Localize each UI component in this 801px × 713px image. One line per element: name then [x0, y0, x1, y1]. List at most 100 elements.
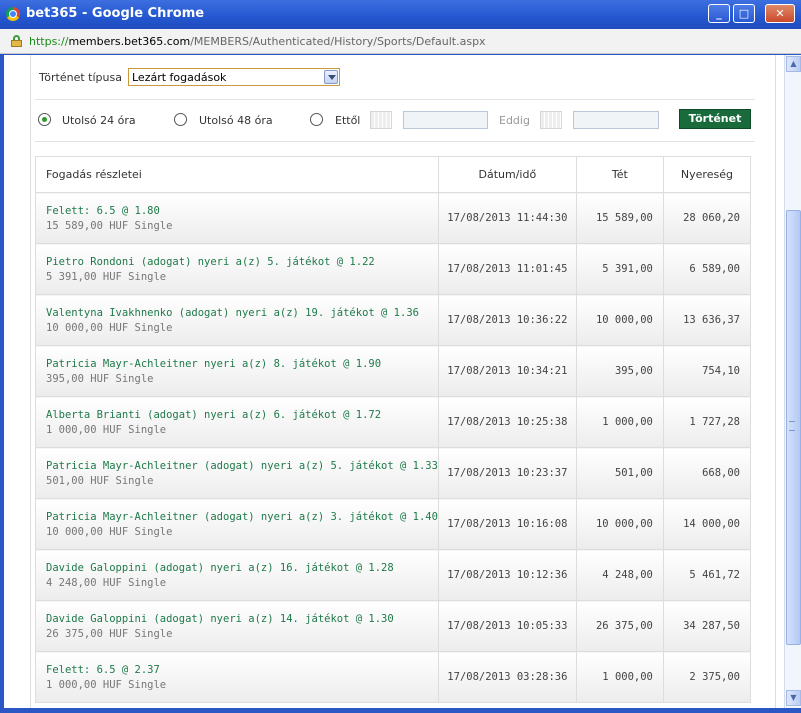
- bet-winnings: 5 461,72: [662, 549, 752, 601]
- header-details: Fogadás részletei: [35, 156, 439, 193]
- bet-stake-type: 26 375,00 HUF Single: [46, 627, 173, 640]
- bet-winnings: 754,10: [662, 345, 752, 397]
- table-row: Patricia Mayr-Achleitner (adogat) nyeri …: [35, 447, 752, 499]
- table-row: Pietro Rondoni (adogat) nyeri a(z) 5. já…: [35, 243, 752, 295]
- table-header-row: Fogadás részletei Dátum/idő Tét Nyereség: [35, 156, 752, 193]
- bets-table: Fogadás részletei Dátum/idő Tét Nyereség…: [35, 156, 752, 703]
- bet-datetime: 17/08/2013 10:25:38: [437, 396, 577, 448]
- bet-selection-link[interactable]: Davide Galoppini (adogat) nyeri a(z) 16.…: [46, 562, 438, 574]
- url-text[interactable]: https://members.bet365.com/MEMBERS/Authe…: [29, 35, 486, 48]
- chevron-down-icon[interactable]: [324, 70, 338, 84]
- window-titlebar[interactable]: bet365 - Google Chrome _ □ ✕: [0, 0, 801, 29]
- bet-stake: 501,00: [575, 447, 664, 499]
- bet-stake: 1 000,00: [575, 396, 664, 448]
- calendar-to-icon[interactable]: [540, 111, 562, 129]
- bet-stake-type: 15 589,00 HUF Single: [46, 219, 173, 232]
- chrome-logo-icon: [6, 7, 20, 21]
- calendar-from-icon[interactable]: [370, 111, 392, 129]
- table-row: Alberta Brianti (adogat) nyeri a(z) 6. j…: [35, 396, 752, 448]
- bet-stake: 15 589,00: [575, 192, 664, 244]
- bet-selection-link[interactable]: Davide Galoppini (adogat) nyeri a(z) 14.…: [46, 613, 438, 625]
- bet-stake: 1 000,00: [575, 651, 664, 703]
- bet-datetime: 17/08/2013 10:36:22: [437, 294, 577, 346]
- minimize-button[interactable]: _: [708, 4, 730, 23]
- bet-winnings: 13 636,37: [662, 294, 752, 346]
- bet-selection-link[interactable]: Patricia Mayr-Achleitner (adogat) nyeri …: [46, 460, 438, 472]
- bet-selection-link[interactable]: Felett: 6.5 @ 2.37: [46, 664, 438, 676]
- url-host: members.bet365.com: [68, 35, 191, 48]
- header-winnings: Nyereség: [662, 156, 752, 193]
- bet-datetime: 17/08/2013 10:12:36: [437, 549, 577, 601]
- bet-details-cell: Pietro Rondoni (adogat) nyeri a(z) 5. já…: [35, 243, 439, 295]
- bet-winnings: 14 000,00: [662, 498, 752, 550]
- bet-winnings: 668,00: [662, 447, 752, 499]
- bet-selection-link[interactable]: Patricia Mayr-Achleitner (adogat) nyeri …: [46, 511, 438, 523]
- vertical-scrollbar[interactable]: ▲ ▼: [784, 55, 801, 708]
- to-date-input[interactable]: [573, 111, 659, 129]
- radio-last-24h[interactable]: [38, 113, 51, 126]
- bet-winnings: 6 589,00: [662, 243, 752, 295]
- bet-details-cell: Felett: 6.5 @ 2.37 1 000,00 HUF Single: [35, 651, 439, 703]
- bet-details-cell: Patricia Mayr-Achleitner (adogat) nyeri …: [35, 498, 439, 550]
- bet-details-cell: Valentyna Ivakhnenko (adogat) nyeri a(z)…: [35, 294, 439, 346]
- table-row: Felett: 6.5 @ 1.80 15 589,00 HUF Single 17…: [35, 192, 752, 244]
- maximize-button[interactable]: □: [733, 4, 755, 23]
- table-row: Davide Galoppini (adogat) nyeri a(z) 14.…: [35, 600, 752, 652]
- to-label: Eddig: [499, 114, 530, 127]
- bet-details-cell: Alberta Brianti (adogat) nyeri a(z) 6. j…: [35, 396, 439, 448]
- bet-stake: 10 000,00: [575, 294, 664, 346]
- table-row: Felett: 6.5 @ 2.37 1 000,00 HUF Single 17/…: [35, 651, 752, 703]
- radio-date-range[interactable]: [310, 113, 323, 126]
- bet-stake-type: 10 000,00 HUF Single: [46, 321, 173, 334]
- bet-stake: 395,00: [575, 345, 664, 397]
- address-bar[interactable]: https://members.bet365.com/MEMBERS/Authe…: [0, 29, 801, 54]
- close-button[interactable]: ✕: [765, 4, 795, 23]
- radio-last-48h-label: Utolsó 48 óra: [199, 114, 273, 127]
- bet-datetime: 17/08/2013 10:05:33: [437, 600, 577, 652]
- radio-last-48h[interactable]: [174, 113, 187, 126]
- history-type-label: Történet típusa: [39, 71, 122, 84]
- table-row: Valentyna Ivakhnenko (adogat) nyeri a(z)…: [35, 294, 752, 346]
- bet-winnings: 2 375,00: [662, 651, 752, 703]
- header-stake: Tét: [575, 156, 664, 193]
- url-path: /MEMBERS/Authenticated/History/Sports/De…: [190, 35, 486, 48]
- bet-details-cell: Patricia Mayr-Achleitner (adogat) nyeri …: [35, 447, 439, 499]
- table-row: Davide Galoppini (adogat) nyeri a(z) 16.…: [35, 549, 752, 601]
- bet-datetime: 17/08/2013 11:01:45: [437, 243, 577, 295]
- url-scheme: https://: [29, 35, 69, 48]
- bet-stake: 5 391,00: [575, 243, 664, 295]
- bet-winnings: 34 287,50: [662, 600, 752, 652]
- bet-stake: 10 000,00: [575, 498, 664, 550]
- from-date-input[interactable]: [403, 111, 488, 129]
- history-type-select[interactable]: Lezárt fogadások: [128, 68, 340, 86]
- lock-icon: [11, 35, 22, 47]
- bet-stake-type: 1 000,00 HUF Single: [46, 678, 167, 691]
- scroll-up-icon[interactable]: ▲: [786, 56, 801, 72]
- divider: [35, 99, 755, 100]
- bet-stake: 26 375,00: [575, 600, 664, 652]
- bet-datetime: 17/08/2013 10:34:21: [437, 345, 577, 397]
- bet-details-cell: Patricia Mayr-Achleitner nyeri a(z) 8. j…: [35, 345, 439, 397]
- bet-winnings: 28 060,20: [662, 192, 752, 244]
- bet-stake-type: 10 000,00 HUF Single: [46, 525, 173, 538]
- bet-winnings: 1 727,28: [662, 396, 752, 448]
- radio-last-24h-label: Utolsó 24 óra: [62, 114, 136, 127]
- bet-selection-link[interactable]: Patricia Mayr-Achleitner nyeri a(z) 8. j…: [46, 358, 438, 370]
- bet-selection-link[interactable]: Felett: 6.5 @ 1.80: [46, 205, 438, 217]
- table-row: Patricia Mayr-Achleitner (adogat) nyeri …: [35, 498, 752, 550]
- bet-details-cell: Davide Galoppini (adogat) nyeri a(z) 16.…: [35, 549, 439, 601]
- history-button[interactable]: Történet: [679, 109, 751, 129]
- bet-selection-link[interactable]: Alberta Brianti (adogat) nyeri a(z) 6. j…: [46, 409, 438, 421]
- scroll-down-icon[interactable]: ▼: [786, 690, 801, 706]
- bet-datetime: 17/08/2013 03:28:36: [437, 651, 577, 703]
- bet-selection-link[interactable]: Pietro Rondoni (adogat) nyeri a(z) 5. já…: [46, 256, 438, 268]
- bet-stake: 4 248,00: [575, 549, 664, 601]
- bet-selection-link[interactable]: Valentyna Ivakhnenko (adogat) nyeri a(z)…: [46, 307, 438, 319]
- history-type-selected: Lezárt fogadások: [132, 71, 227, 84]
- bet-stake-type: 395,00 HUF Single: [46, 372, 154, 385]
- bet-stake-type: 501,00 HUF Single: [46, 474, 154, 487]
- bet-stake-type: 1 000,00 HUF Single: [46, 423, 167, 436]
- bet-stake-type: 5 391,00 HUF Single: [46, 270, 167, 283]
- scroll-grip-icon: [789, 421, 795, 431]
- from-label: Ettől: [335, 114, 361, 127]
